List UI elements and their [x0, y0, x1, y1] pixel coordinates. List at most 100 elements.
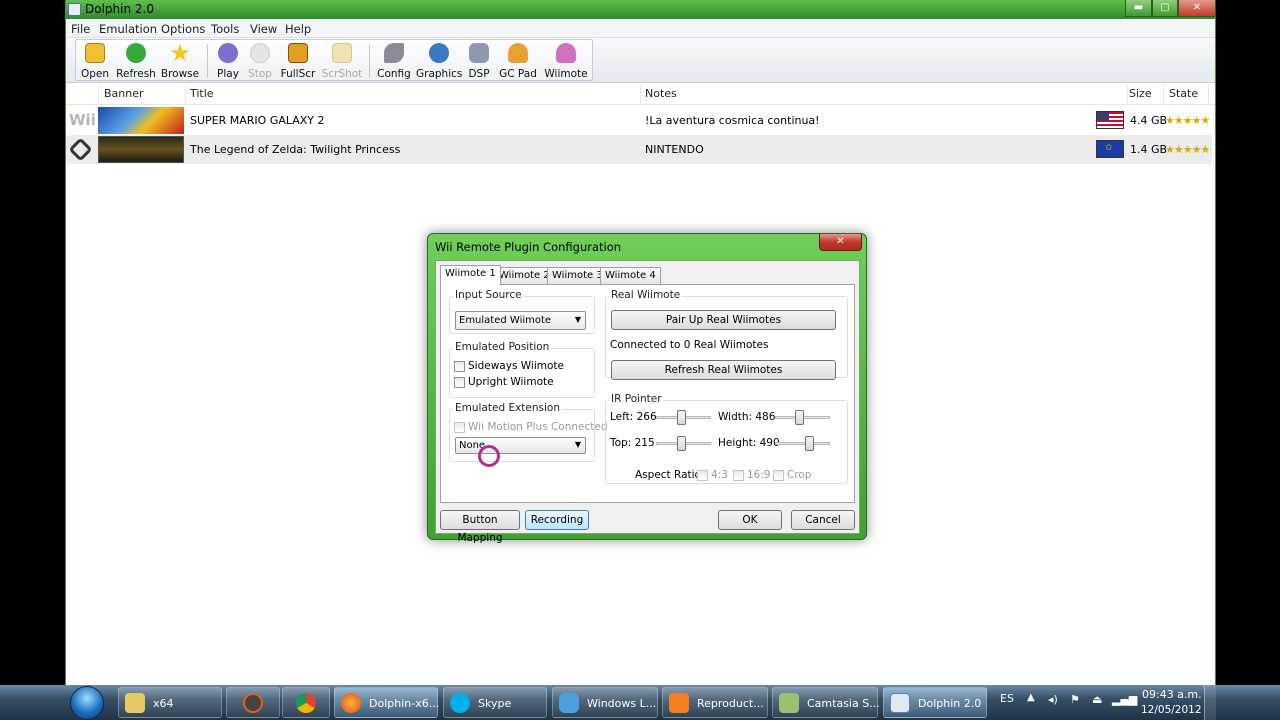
- tab-wiimote-1[interactable]: Wiimote 1: [440, 265, 501, 285]
- show-desktop-button[interactable]: [1204, 685, 1216, 720]
- screenshot-button[interactable]: ScrShot: [321, 40, 363, 82]
- motion-plus-checkbox[interactable]: [454, 422, 465, 433]
- menu-tools[interactable]: Tools: [211, 22, 239, 36]
- sideways-wiimote-checkbox[interactable]: [454, 361, 465, 372]
- tab-page-wiimote-1: Input Source Emulated Wiimote ▼ Emulated…: [440, 284, 855, 503]
- stop-button[interactable]: Stop: [244, 40, 276, 82]
- taskbar-item-windows-live[interactable]: Windows L...: [552, 687, 658, 718]
- taskbar-item-x64[interactable]: x64: [118, 687, 222, 718]
- refresh-button[interactable]: Refresh: [115, 40, 157, 82]
- chevron-down-icon: ▼: [574, 315, 581, 324]
- taskbar-item-dolphin-x64[interactable]: Dolphin-x6...: [334, 687, 439, 718]
- menu-help[interactable]: Help: [285, 22, 311, 36]
- button-mapping-button[interactable]: Button Mapping: [440, 510, 520, 544]
- input-source-label: Input Source: [453, 289, 524, 301]
- open-label: Open: [80, 68, 110, 80]
- taskbar-item-app[interactable]: [226, 687, 280, 718]
- real-wiimote-label: Real Wiimote: [609, 289, 683, 301]
- volume-icon[interactable]: ◂): [1048, 693, 1058, 706]
- safe-remove-icon[interactable]: ⏏: [1092, 693, 1102, 706]
- refresh-label: Refresh: [116, 68, 156, 80]
- tab-wiimote-4[interactable]: Wiimote 4: [600, 267, 661, 284]
- gcpad-label: GC Pad: [499, 68, 537, 80]
- menu-options[interactable]: Options: [161, 22, 205, 36]
- upright-wiimote-label: Upright Wiimote: [468, 376, 554, 388]
- taskbar-item-chrome[interactable]: [282, 687, 330, 718]
- mario-galaxy-banner: [98, 107, 184, 134]
- media-player-icon: [669, 693, 689, 713]
- column-banner[interactable]: Banner: [104, 87, 144, 100]
- windows-taskbar: x64 Dolphin-x6... Skype Windows L... Rep…: [0, 685, 1280, 720]
- menu-view[interactable]: View: [250, 22, 277, 36]
- fullscreen-button[interactable]: FullScr: [277, 40, 319, 82]
- recording-button[interactable]: Recording: [525, 510, 589, 530]
- window-titlebar[interactable]: Dolphin 2.0 ▬ ▢ ✕: [66, 0, 1216, 19]
- tab-wiimote-3[interactable]: Wiimote 3: [547, 267, 608, 284]
- pair-wiimotes-button[interactable]: Pair Up Real Wiimotes: [611, 310, 836, 330]
- tray-expand-icon[interactable]: ▲: [1027, 692, 1035, 703]
- ir-width-label: Width: 486: [718, 411, 776, 423]
- column-separator: [1208, 84, 1209, 105]
- cancel-button[interactable]: Cancel: [791, 510, 855, 530]
- input-source-select[interactable]: Emulated Wiimote ▼: [455, 311, 586, 330]
- emulated-position-group: [449, 348, 595, 398]
- flag-icon[interactable]: ⚑: [1070, 693, 1080, 706]
- upright-wiimote-checkbox[interactable]: [454, 377, 465, 388]
- ir-width-slider-thumb[interactable]: [795, 410, 804, 425]
- maximize-button[interactable]: ▢: [1152, 0, 1178, 17]
- column-title[interactable]: Title: [190, 87, 214, 100]
- star-icon: ★: [169, 39, 191, 67]
- clock-time[interactable]: 09:43 a.m.: [1142, 688, 1202, 701]
- browse-button[interactable]: ★ Browse: [159, 40, 201, 82]
- ir-height-slider[interactable]: [775, 442, 830, 445]
- dolphin-app-icon: [68, 3, 81, 16]
- graphics-button[interactable]: Graphics: [416, 40, 462, 82]
- ir-left-slider-thumb[interactable]: [677, 410, 686, 425]
- taskbar-item-media-player[interactable]: Reproduct...: [662, 687, 768, 718]
- gcpad-button[interactable]: GC Pad: [497, 40, 539, 82]
- dsp-button[interactable]: DSP: [463, 40, 495, 82]
- refresh-wiimotes-button[interactable]: Refresh Real Wiimotes: [611, 360, 836, 380]
- taskbar-item-skype[interactable]: Skype: [443, 687, 547, 718]
- start-button[interactable]: [70, 686, 104, 720]
- ir-top-slider-thumb[interactable]: [677, 436, 686, 451]
- dialog-close-button[interactable]: ✕: [819, 234, 862, 251]
- network-icon[interactable]: ▂▄▆: [1112, 693, 1137, 706]
- aspect-ratio-label: Aspect Ratio: [635, 469, 701, 481]
- taskbar-item-camtasia[interactable]: Camtasia S...: [772, 687, 880, 718]
- menu-emulation[interactable]: Emulation: [99, 22, 157, 36]
- game-size: 4.4 GB: [1130, 114, 1168, 127]
- column-notes[interactable]: Notes: [645, 87, 677, 100]
- ok-button[interactable]: OK: [718, 510, 782, 530]
- stop-icon: [250, 43, 270, 63]
- aspect-43-checkbox[interactable]: [697, 470, 708, 481]
- tab-wiimote-2[interactable]: Wiimote 2: [494, 267, 555, 284]
- minimize-button[interactable]: ▬: [1125, 0, 1152, 17]
- wiimote-button[interactable]: Wiimote: [543, 40, 589, 82]
- taskbar-item-dolphin[interactable]: Dolphin 2.0: [883, 687, 987, 718]
- clock-date[interactable]: 12/05/2012: [1141, 704, 1202, 716]
- gcpad-icon: [508, 43, 528, 63]
- language-indicator[interactable]: ES: [1000, 692, 1014, 705]
- play-button[interactable]: Play: [212, 40, 244, 82]
- column-state[interactable]: State: [1169, 87, 1198, 100]
- wiimote-label: Wiimote: [544, 68, 588, 80]
- menu-file[interactable]: File: [71, 22, 90, 36]
- column-size[interactable]: Size: [1129, 87, 1152, 100]
- aspect-169-checkbox[interactable]: [733, 470, 744, 481]
- window-title: Dolphin 2.0: [85, 2, 154, 16]
- ir-left-label: Left: 266: [610, 411, 657, 423]
- crop-checkbox[interactable]: [773, 470, 784, 481]
- ir-top-label: Top: 215: [610, 437, 655, 449]
- screenshot-label: ScrShot: [321, 68, 363, 80]
- ir-height-slider-thumb[interactable]: [805, 436, 814, 451]
- gamecube-platform-icon: [68, 137, 93, 162]
- extension-select[interactable]: None ▼: [455, 437, 586, 454]
- open-button[interactable]: Open: [76, 40, 114, 82]
- config-button[interactable]: Config: [375, 40, 413, 82]
- close-button[interactable]: ✕: [1178, 0, 1216, 17]
- desktop: Dolphin 2.0 ▬ ▢ ✕ File Emulation Options…: [0, 0, 1280, 720]
- browse-label: Browse: [160, 68, 200, 80]
- game-row[interactable]: Wii SUPER MARIO GALAXY 2 !La aventura co…: [66, 106, 1212, 135]
- game-row[interactable]: The Legend of Zelda: Twilight Princess N…: [66, 135, 1212, 164]
